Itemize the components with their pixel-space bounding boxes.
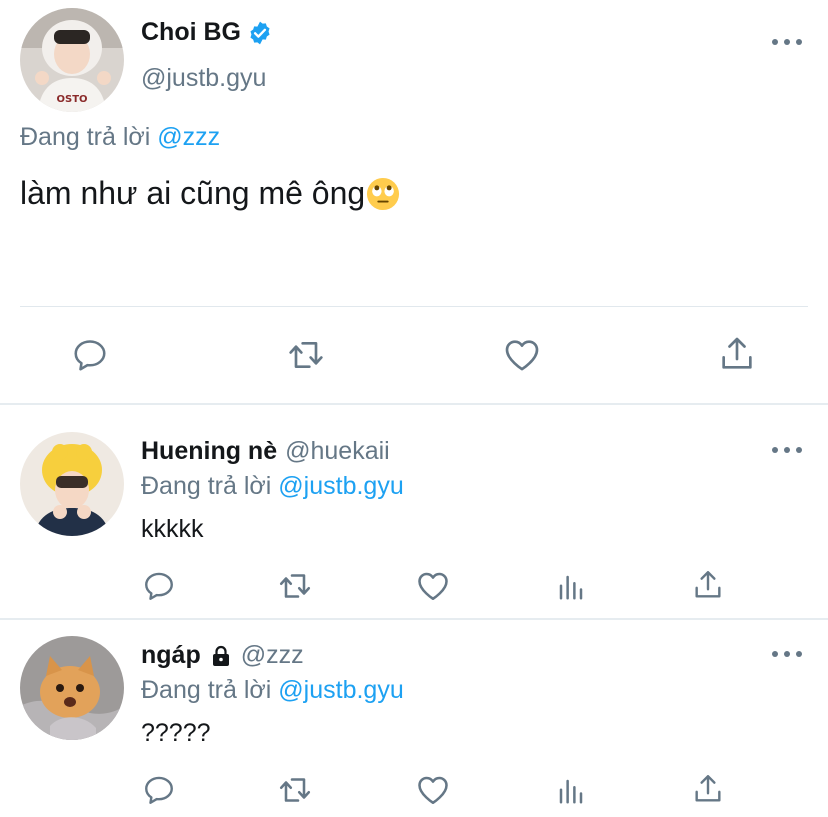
share-button[interactable] (690, 770, 726, 808)
analytics-icon (559, 575, 583, 600)
reply-context: Đang trả lời @justb.gyu (141, 472, 404, 501)
display-name[interactable]: Huening nè (141, 437, 277, 466)
share-icon (722, 337, 752, 369)
retweet-button[interactable] (275, 772, 315, 808)
heart-icon (505, 340, 539, 371)
share-icon (695, 571, 721, 598)
avatar[interactable]: OSTO (20, 8, 124, 112)
handle[interactable]: @justb.gyu (141, 64, 266, 93)
rolling-eyes-emoji-icon (366, 177, 400, 211)
lock-icon (209, 644, 233, 668)
tweet-text-content: làm như ai cũng mê ông (20, 175, 366, 211)
share-button[interactable] (716, 333, 758, 375)
reply-context: Đang trả lời @justb.gyu (141, 676, 404, 705)
heart-icon (418, 572, 448, 601)
avatar[interactable] (20, 432, 124, 536)
display-name[interactable]: Choi BG (141, 18, 273, 47)
analytics-button[interactable] (555, 774, 587, 808)
main-tweet: OSTO Choi BG @justb.gyu Đang trả lời @zz… (0, 0, 828, 403)
verified-badge-icon (247, 20, 273, 46)
section-divider (0, 618, 828, 620)
retweet-icon (279, 778, 311, 802)
reply-button[interactable] (141, 568, 177, 604)
analytics-button[interactable] (555, 570, 587, 604)
more-options-icon[interactable] (772, 649, 802, 659)
like-button[interactable] (500, 335, 544, 375)
svg-text:OSTO: OSTO (56, 94, 87, 105)
avatar[interactable] (20, 636, 124, 740)
retweet-button[interactable] (275, 568, 315, 604)
share-button[interactable] (690, 566, 726, 604)
handle[interactable]: @huekaii (285, 437, 390, 466)
reply-prefix: Đang trả lời (141, 472, 272, 500)
like-button[interactable] (414, 568, 452, 604)
reply-author[interactable]: ngáp @zzz (141, 641, 304, 670)
reply-mention-link[interactable]: @zzz (157, 123, 220, 151)
reply-icon (74, 340, 106, 371)
heart-icon (418, 776, 448, 805)
display-name[interactable]: ngáp (141, 641, 201, 670)
reply-context: Đang trả lời @zzz (20, 123, 220, 152)
tweet-text: kkkkk (141, 515, 204, 543)
reply-prefix: Đang trả lời (141, 676, 272, 704)
handle[interactable]: @zzz (241, 641, 304, 670)
more-options-icon[interactable] (772, 37, 802, 47)
reply-prefix: Đang trả lời (20, 123, 151, 151)
more-options-icon[interactable] (772, 445, 802, 455)
reply-button[interactable] (70, 335, 110, 375)
reply-button[interactable] (141, 772, 177, 808)
share-icon (695, 775, 721, 802)
divider (20, 306, 808, 307)
tweet-text: làm như ai cũng mê ông (20, 175, 400, 212)
reply-mention-link[interactable]: @justb.gyu (278, 676, 403, 704)
reply-icon (145, 572, 173, 600)
retweet-button[interactable] (284, 335, 328, 375)
reply-mention-link[interactable]: @justb.gyu (278, 472, 403, 500)
retweet-icon (289, 342, 323, 368)
like-button[interactable] (414, 772, 452, 808)
display-name-text[interactable]: Choi BG (141, 18, 241, 47)
retweet-icon (279, 574, 311, 598)
section-divider (0, 403, 828, 405)
reply-icon (145, 776, 173, 804)
reply-author[interactable]: Huening nè @huekaii (141, 437, 390, 466)
analytics-icon (559, 779, 583, 804)
tweet-text: ????? (141, 719, 211, 747)
